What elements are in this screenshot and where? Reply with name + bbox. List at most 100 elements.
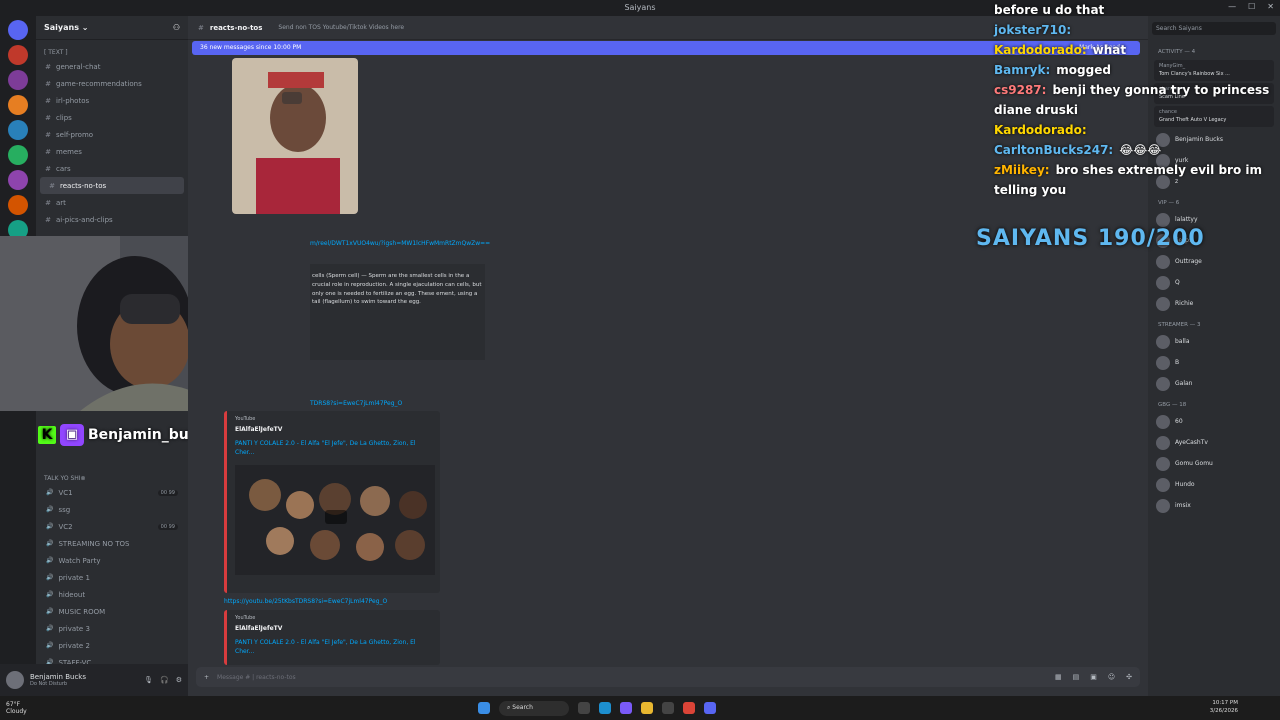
voice-channel-label: VC1 xyxy=(58,488,73,497)
avatar xyxy=(1156,296,1170,311)
embed-author[interactable]: ElAlfaElJefeTV xyxy=(235,625,432,632)
server-icon[interactable] xyxy=(8,145,28,165)
member-item[interactable]: Hundo xyxy=(1148,474,1280,495)
voice-channel[interactable]: 🔊 private 1 xyxy=(36,569,188,586)
channel-item[interactable]: # general-chat xyxy=(36,58,188,75)
member-item[interactable]: Q xyxy=(1148,272,1280,293)
member-item[interactable]: Galan xyxy=(1148,373,1280,394)
voice-channel[interactable]: 🔊 private 3 xyxy=(36,620,188,637)
member-item[interactable]: B xyxy=(1148,352,1280,373)
taskbar-search[interactable]: ⌕ Search xyxy=(499,700,569,716)
embed-title[interactable]: PANTI Y COLALE 2.0 - El Alfa "El Jefe", … xyxy=(235,439,432,457)
member-item[interactable]: balla xyxy=(1148,331,1280,352)
embed-title[interactable]: PANTI Y COLALE 2.0 - El Alfa "El Jefe", … xyxy=(235,638,432,656)
channel-item[interactable]: # cars xyxy=(36,160,188,177)
weather-widget[interactable]: 67°F Cloudy xyxy=(6,701,27,715)
channel-label: clips xyxy=(56,113,72,122)
member-item[interactable]: imsix xyxy=(1148,495,1280,516)
channel-item[interactable]: # memes xyxy=(36,143,188,160)
emoji-icon[interactable]: ☺ xyxy=(1108,673,1115,681)
plus-icon[interactable]: + xyxy=(204,674,209,681)
discord-icon[interactable] xyxy=(704,702,716,714)
speaker-icon: 🔊 xyxy=(46,523,54,530)
member-item[interactable]: Richie xyxy=(1148,293,1280,314)
apps-icon[interactable]: ✣ xyxy=(1126,673,1132,681)
message-link-partial[interactable]: TDRS8?si=EweC7jLml47Peg_O xyxy=(310,400,402,407)
server-icon[interactable] xyxy=(8,120,28,140)
channel-label: general-chat xyxy=(56,62,101,71)
server-icon[interactable] xyxy=(8,195,28,215)
windows-start-icon[interactable] xyxy=(478,702,490,714)
server-icon[interactable] xyxy=(8,20,28,40)
copilot-icon[interactable] xyxy=(620,702,632,714)
channel-topic: Send non TOS Youtube/Tiktok Videos here xyxy=(278,24,405,31)
channel-item[interactable]: # irl-photos xyxy=(36,92,188,109)
member-name: Richie xyxy=(1175,300,1194,307)
avatar xyxy=(1156,334,1170,349)
video-attachment[interactable] xyxy=(232,58,358,214)
channel-label: memes xyxy=(56,147,82,156)
voice-channel[interactable]: 🔊 VC2 00 99 xyxy=(36,518,188,535)
message-link[interactable]: https://youtu.be/25tKbsTDRS8?si=EweC7jLm… xyxy=(224,598,387,605)
message-composer[interactable]: + Message # | reacts-no-tos ▦ ▤ ▣ ☺ ✣ xyxy=(196,667,1140,687)
stream-chat-overlay: before u do that jokster710: Kardodorado: w… xyxy=(994,0,1280,200)
channel-item[interactable]: # ai-pics-and-clips xyxy=(36,211,188,228)
member-item[interactable]: 60 xyxy=(1148,411,1280,432)
channel-item[interactable]: # art xyxy=(36,194,188,211)
gear-icon[interactable]: ⚙ xyxy=(176,676,182,684)
add-member-icon[interactable]: ⚇ xyxy=(173,23,180,32)
taskview-icon[interactable] xyxy=(578,702,590,714)
sticker-icon[interactable]: ▣ xyxy=(1090,673,1097,681)
message-input[interactable]: Message # | reacts-no-tos xyxy=(217,674,296,681)
category-text[interactable]: [ Text ] xyxy=(36,40,188,58)
voice-channel[interactable]: 🔊 private 2 xyxy=(36,637,188,654)
user-status: Do Not Disturb xyxy=(30,681,68,687)
channel-item[interactable]: # clips xyxy=(36,109,188,126)
member-name: B xyxy=(1175,359,1180,366)
hash-icon: # xyxy=(45,198,51,207)
overlay-chat-line: Bamryk: mogged xyxy=(994,60,1280,80)
voice-channel[interactable]: 🔊 Watch Party xyxy=(36,552,188,569)
voice-channel[interactable]: 🔊 hideout xyxy=(36,586,188,603)
voice-category[interactable]: TALK YO SHI⊗ xyxy=(36,466,188,484)
channel-item[interactable]: # self-promo xyxy=(36,126,188,143)
avatar[interactable] xyxy=(6,671,24,689)
member-item[interactable]: Gomu Gomu xyxy=(1148,453,1280,474)
hash-icon: # xyxy=(45,130,51,139)
channel-label: irl-photos xyxy=(56,96,90,105)
gif-icon[interactable]: ▤ xyxy=(1073,673,1080,681)
edge-icon[interactable] xyxy=(599,702,611,714)
member-name: Hundo xyxy=(1175,481,1195,488)
server-icon[interactable] xyxy=(8,70,28,90)
message-link[interactable]: m/reel/DWT1xVUO4wu/?igsh=MW1lcHFwMmRtZmQ… xyxy=(310,240,490,247)
server-header[interactable]: Saiyans ⌄ ⚇ xyxy=(36,16,188,40)
folder-icon[interactable] xyxy=(641,702,653,714)
channel-item[interactable]: # game-recommendations xyxy=(36,75,188,92)
member-item[interactable]: AyeCashTv xyxy=(1148,432,1280,453)
server-icon[interactable] xyxy=(8,95,28,115)
embed-author[interactable]: ElAlfaElJefeTV xyxy=(235,426,432,433)
microphone-icon[interactable]: 🎙 xyxy=(144,676,153,684)
avatar xyxy=(1156,275,1170,290)
hash-icon: # xyxy=(45,215,51,224)
overlay-chat-user: Kardodorado: xyxy=(994,43,1087,57)
weather-temp: 67°F xyxy=(6,701,21,708)
gift-icon[interactable]: ▦ xyxy=(1055,673,1062,681)
voice-channel[interactable]: 🔊 MUSIC ROOM xyxy=(36,603,188,620)
server-icon[interactable] xyxy=(8,45,28,65)
overlay-chat-user: Kardodorado: xyxy=(994,123,1087,137)
channel-item[interactable]: # reacts-no-tos xyxy=(40,177,184,194)
voice-channel[interactable]: 🔊 ssg xyxy=(36,501,188,518)
voice-channel[interactable]: 🔊 STREAMING NO TOS xyxy=(36,535,188,552)
embed-thumbnail[interactable] xyxy=(235,465,435,575)
hash-icon: # xyxy=(49,181,55,190)
voice-channel[interactable]: 🔊 VC1 00 99 xyxy=(36,484,188,501)
headphones-icon[interactable]: 🎧 xyxy=(160,676,169,684)
chrome-icon[interactable] xyxy=(683,702,695,714)
user-panel: Benjamin Bucks Do Not Disturb 🎙 🎧 ⚙ xyxy=(0,664,188,696)
member-item[interactable]: Outtrage xyxy=(1148,251,1280,272)
clock[interactable]: 10:17 PM 3/26/2026 xyxy=(1210,700,1238,715)
overlay-chat-user: zMiikey: xyxy=(994,163,1050,177)
server-icon[interactable] xyxy=(8,170,28,190)
settings-icon[interactable] xyxy=(662,702,674,714)
